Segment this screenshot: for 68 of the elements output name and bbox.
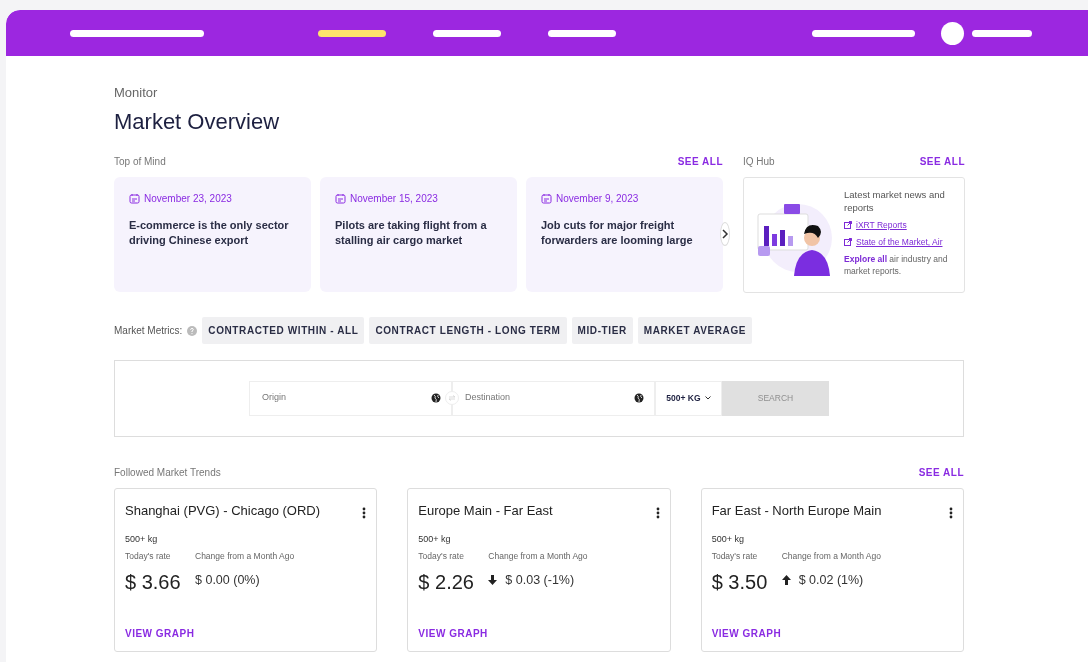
chevron-right-icon — [721, 229, 729, 239]
iq-hub-heading: Latest market news and reports — [844, 187, 946, 216]
rate-value: $ 2.26 — [418, 569, 475, 595]
view-graph-link[interactable]: VIEW GRAPH — [125, 625, 195, 641]
nav-tab[interactable] — [70, 29, 204, 37]
calendar-icon — [541, 192, 552, 204]
trend-title: Shanghai (PVG) - Chicago (ORD) — [125, 501, 321, 520]
nav-tab[interactable] — [318, 29, 386, 37]
avatar[interactable] — [941, 21, 964, 45]
article-date: November 15, 2023 — [350, 191, 438, 206]
change-value: $ 0.00 (0%) — [195, 571, 260, 589]
see-all-link[interactable]: SEE ALL — [918, 464, 964, 480]
globe-icon — [634, 393, 644, 403]
metrics-label: Market Metrics: — [114, 323, 183, 338]
trend-title: Far East - North Europe Main — [711, 501, 882, 520]
nav-tab[interactable] — [548, 29, 616, 37]
rate-value: $ 3.66 — [125, 569, 182, 595]
article-title: Pilots are taking flight from a stalling air cargo market — [335, 217, 488, 249]
rate-label: Today's rate — [418, 550, 465, 563]
external-link-icon — [844, 238, 852, 247]
page-title: Market Overview — [114, 107, 281, 136]
next-button[interactable] — [720, 222, 730, 246]
weight-class: 500+ kg — [418, 532, 452, 546]
view-graph-link[interactable]: VIEW GRAPH — [418, 625, 488, 641]
weight-class: 500+ kg — [711, 532, 745, 546]
change-label: Change from a Month Ago — [781, 550, 881, 563]
more-options-icon[interactable] — [655, 507, 660, 520]
calendar-icon — [129, 192, 140, 204]
section-label: Top of Mind — [114, 154, 166, 169]
trend-title: Europe Main - Far East — [418, 501, 553, 520]
article-date: November 9, 2023 — [556, 191, 639, 206]
explore-text: Explore all air industry and market reports. — [844, 252, 949, 279]
page-eyebrow: Monitor — [114, 84, 159, 102]
more-options-icon[interactable] — [949, 507, 953, 520]
rate-label: Today's rate — [711, 550, 759, 563]
more-options-icon[interactable] — [362, 507, 367, 520]
metric-filter-chip[interactable]: CONTRACT LENGTH - LONG TERM — [369, 316, 567, 344]
external-link-icon — [844, 221, 852, 230]
globe-icon — [431, 393, 441, 403]
calendar-icon — [335, 192, 346, 204]
nav-placeholder-bar[interactable] — [812, 29, 915, 37]
metric-filter-chip[interactable]: CONTRACTED WITHIN - ALL — [202, 316, 365, 344]
report-link[interactable]: State of the Market, Air — [856, 235, 943, 249]
article-date: November 23, 2023 — [144, 191, 232, 206]
article-title: Job cuts for major freight forwarders are looming large — [541, 217, 694, 249]
change-value: $ 0.02 (1%) — [798, 571, 864, 589]
rate-value: $ 3.50 — [711, 569, 769, 595]
weight-class: 500+ kg — [125, 532, 159, 546]
article-card[interactable]: November 9, 2023 Job cuts for major freight forwarders are looming large — [526, 176, 723, 292]
view-graph-link[interactable]: VIEW GRAPH — [711, 625, 782, 641]
metric-filter-chip[interactable]: MARKET AVERAGE — [637, 316, 753, 344]
section-label: Followed Market Trends — [114, 465, 221, 480]
article-card[interactable]: November 15, 2023 Pilots are taking flight from a stalling air cargo market — [320, 176, 517, 292]
see-all-link[interactable]: SEE ALL — [677, 153, 723, 169]
section-label: IQ Hub — [743, 154, 775, 169]
change-label: Change from a Month Ago — [195, 550, 295, 563]
rate-label: Today's rate — [125, 550, 172, 563]
user-name-bar[interactable] — [972, 29, 1032, 37]
explore-all-link[interactable]: Explore all — [844, 253, 887, 264]
change-label: Change from a Month Ago — [488, 550, 588, 563]
nav-tab[interactable] — [433, 29, 501, 37]
see-all-link[interactable]: SEE ALL — [919, 153, 965, 169]
change-value: $ 0.03 (-1%) — [505, 571, 575, 589]
caret-icon — [704, 396, 711, 401]
report-link[interactable]: iXRT Reports — [856, 219, 907, 232]
article-card[interactable]: November 23, 2023 E-commerce is the only sector driving Chinese export — [114, 176, 311, 292]
metric-filter-chip[interactable]: MID-TIER — [571, 316, 633, 344]
article-title: E-commerce is the only sector driving Chinese export — [129, 217, 290, 249]
